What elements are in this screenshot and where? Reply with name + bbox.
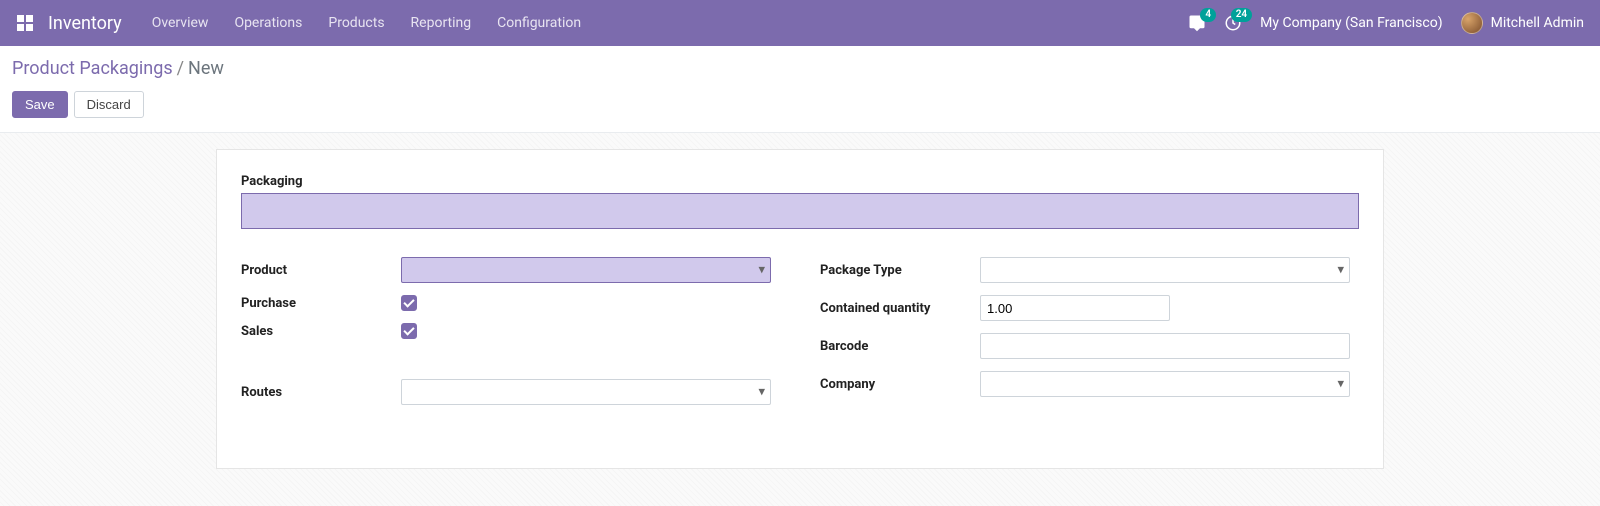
sales-label: Sales bbox=[241, 324, 401, 339]
breadcrumb-parent[interactable]: Product Packagings bbox=[12, 58, 173, 79]
messages-badge: 4 bbox=[1200, 8, 1216, 22]
user-menu[interactable]: Mitchell Admin bbox=[1461, 12, 1584, 34]
barcode-field bbox=[980, 333, 1350, 359]
messages-icon[interactable]: 4 bbox=[1188, 14, 1206, 32]
activities-badge: 24 bbox=[1231, 8, 1252, 22]
discard-button[interactable]: Discard bbox=[74, 91, 144, 118]
menu-configuration[interactable]: Configuration bbox=[497, 15, 581, 31]
left-column: Product ▾ Purchase Sales Routes bbox=[241, 257, 780, 417]
barcode-label: Barcode bbox=[820, 339, 980, 354]
package-type-label: Package Type bbox=[820, 263, 980, 278]
form-sheet: Packaging Product ▾ Purchase Sales bbox=[216, 149, 1384, 469]
company-field[interactable]: ▾ bbox=[980, 371, 1350, 397]
save-button[interactable]: Save bbox=[12, 91, 68, 118]
product-input[interactable] bbox=[401, 257, 771, 283]
company-selector[interactable]: My Company (San Francisco) bbox=[1260, 15, 1442, 31]
control-panel: Product Packagings / New Save Discard bbox=[0, 46, 1600, 133]
apps-icon[interactable] bbox=[16, 14, 34, 32]
company-label: Company bbox=[820, 377, 980, 392]
menu-overview[interactable]: Overview bbox=[152, 15, 209, 31]
breadcrumb-current: New bbox=[188, 58, 224, 79]
nav-menu: Overview Operations Products Reporting C… bbox=[152, 15, 581, 31]
navbar-right: 4 24 My Company (San Francisco) Mitchell… bbox=[1188, 12, 1584, 34]
routes-input[interactable] bbox=[401, 379, 771, 405]
contained-qty-field bbox=[980, 295, 1359, 321]
routes-field[interactable]: ▾ bbox=[401, 379, 771, 405]
brand-title[interactable]: Inventory bbox=[48, 13, 122, 34]
navbar: Inventory Overview Operations Products R… bbox=[0, 0, 1600, 46]
menu-reporting[interactable]: Reporting bbox=[411, 15, 472, 31]
breadcrumb: Product Packagings / New bbox=[12, 58, 1588, 79]
package-type-field[interactable]: ▾ bbox=[980, 257, 1350, 283]
product-field[interactable]: ▾ bbox=[401, 257, 771, 283]
breadcrumb-sep: / bbox=[177, 58, 184, 79]
username: Mitchell Admin bbox=[1491, 15, 1584, 31]
contained-qty-input[interactable] bbox=[980, 295, 1170, 321]
product-label: Product bbox=[241, 263, 401, 278]
cp-buttons: Save Discard bbox=[12, 91, 1588, 118]
barcode-input[interactable] bbox=[980, 333, 1350, 359]
packaging-label: Packaging bbox=[241, 174, 1359, 189]
activities-icon[interactable]: 24 bbox=[1224, 14, 1242, 32]
navbar-left: Inventory Overview Operations Products R… bbox=[16, 13, 581, 34]
purchase-label: Purchase bbox=[241, 296, 401, 311]
menu-operations[interactable]: Operations bbox=[234, 15, 302, 31]
packaging-input[interactable] bbox=[241, 193, 1359, 229]
purchase-checkbox[interactable] bbox=[401, 295, 417, 311]
avatar bbox=[1461, 12, 1483, 34]
package-type-input[interactable] bbox=[980, 257, 1350, 283]
contained-qty-label: Contained quantity bbox=[820, 301, 980, 316]
company-input[interactable] bbox=[980, 371, 1350, 397]
sales-checkbox[interactable] bbox=[401, 323, 417, 339]
routes-label: Routes bbox=[241, 385, 401, 400]
right-column: Package Type ▾ Contained quantity Barcod… bbox=[820, 257, 1359, 417]
menu-products[interactable]: Products bbox=[328, 15, 384, 31]
